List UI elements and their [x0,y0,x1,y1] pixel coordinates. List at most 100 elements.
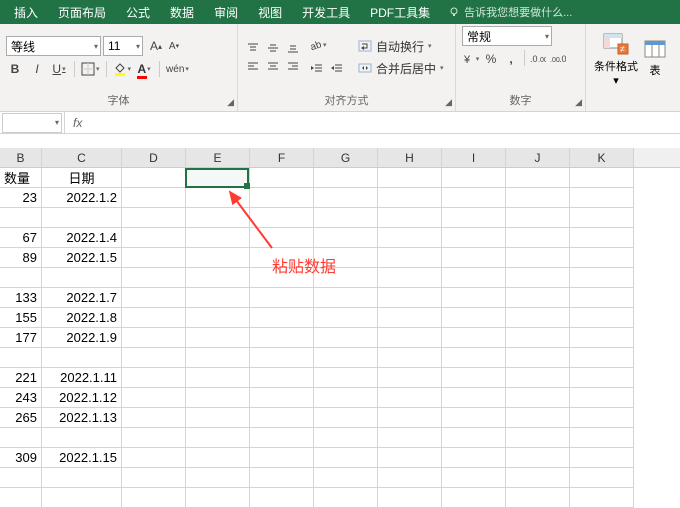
cell[interactable] [314,168,378,188]
cell[interactable] [42,428,122,448]
orientation-button[interactable]: ab [308,36,327,54]
cell[interactable] [42,468,122,488]
increase-font-button[interactable]: A▴ [147,37,165,55]
cell[interactable] [186,188,250,208]
dialog-launcher-icon[interactable]: ◢ [575,97,582,108]
wrap-text-button[interactable]: 自动换行 [354,36,448,56]
cell[interactable] [506,328,570,348]
cell[interactable] [250,468,314,488]
cell[interactable] [378,168,442,188]
cell[interactable] [506,368,570,388]
cell[interactable] [186,468,250,488]
cell[interactable] [570,228,634,248]
cell[interactable]: 89 [0,248,42,268]
cell[interactable] [442,348,506,368]
cell[interactable] [122,188,186,208]
bold-button[interactable]: B [6,60,24,78]
cell[interactable] [122,488,186,508]
cell[interactable] [570,208,634,228]
cell[interactable]: 2022.1.5 [42,248,122,268]
cell[interactable] [442,468,506,488]
number-format-combo[interactable]: 常规 ▾ [462,26,552,46]
cell[interactable] [122,328,186,348]
cell[interactable] [186,348,250,368]
cell[interactable] [442,228,506,248]
cell[interactable] [570,308,634,328]
cell[interactable] [570,168,634,188]
cell[interactable] [506,428,570,448]
column-header[interactable]: C [42,148,122,167]
cell[interactable] [186,408,250,428]
cell[interactable]: 2022.1.12 [42,388,122,408]
cell[interactable] [506,348,570,368]
cell[interactable] [378,248,442,268]
tab-page-layout[interactable]: 页面布局 [48,0,116,24]
cell[interactable] [42,488,122,508]
accounting-format-button[interactable]: ¥ [462,50,480,68]
cell[interactable] [506,288,570,308]
cell[interactable]: 133 [0,288,42,308]
increase-indent-button[interactable] [328,60,346,78]
cell[interactable] [186,488,250,508]
cell[interactable] [506,308,570,328]
underline-button[interactable]: U [50,60,68,78]
cell[interactable]: 数量 [0,168,42,188]
cell[interactable] [570,388,634,408]
cell[interactable] [250,208,314,228]
cell[interactable] [186,268,250,288]
cell[interactable] [442,288,506,308]
cell[interactable] [378,348,442,368]
column-header[interactable]: E [186,148,250,167]
cell[interactable] [378,288,442,308]
cell[interactable] [506,388,570,408]
cell[interactable]: 67 [0,228,42,248]
cell[interactable] [506,168,570,188]
cell[interactable] [314,268,378,288]
cell[interactable]: 2022.1.15 [42,448,122,468]
percent-button[interactable]: % [482,50,500,68]
cell[interactable] [122,228,186,248]
cell[interactable]: 243 [0,388,42,408]
tab-insert[interactable]: 插入 [4,0,48,24]
cell[interactable] [42,268,122,288]
align-right-button[interactable] [284,58,302,74]
cell[interactable] [314,188,378,208]
align-left-button[interactable] [244,58,262,74]
column-header[interactable]: J [506,148,570,167]
cell[interactable] [122,368,186,388]
tab-pdf-tools[interactable]: PDF工具集 [360,0,440,24]
font-color-button[interactable]: A [135,60,153,78]
column-header[interactable]: K [570,148,634,167]
cell[interactable] [442,368,506,388]
cell[interactable] [186,368,250,388]
cell[interactable] [314,208,378,228]
cell[interactable]: 177 [0,328,42,348]
cell[interactable] [378,408,442,428]
spreadsheet-grid[interactable]: 数量日期232022.1.2672022.1.4892022.1.5133202… [0,168,680,508]
cell[interactable] [314,368,378,388]
dialog-launcher-icon[interactable]: ◢ [445,97,452,108]
cell[interactable] [0,488,42,508]
column-header[interactable]: G [314,148,378,167]
cell[interactable] [570,468,634,488]
cell[interactable] [186,328,250,348]
cell[interactable] [570,428,634,448]
cell[interactable] [442,168,506,188]
cell[interactable] [314,488,378,508]
cell[interactable] [250,348,314,368]
font-name-combo[interactable]: 等线 ▾ [6,36,101,56]
cell[interactable]: 2022.1.9 [42,328,122,348]
cell[interactable] [378,228,442,248]
cell[interactable] [570,328,634,348]
cell[interactable] [378,328,442,348]
tab-view[interactable]: 视图 [248,0,292,24]
cell[interactable] [570,488,634,508]
cell[interactable] [186,448,250,468]
cell[interactable] [314,468,378,488]
fill-color-button[interactable] [113,60,132,78]
cell[interactable]: 2022.1.13 [42,408,122,428]
cell[interactable] [442,488,506,508]
cell[interactable] [570,368,634,388]
cell[interactable] [506,188,570,208]
cell[interactable] [442,208,506,228]
